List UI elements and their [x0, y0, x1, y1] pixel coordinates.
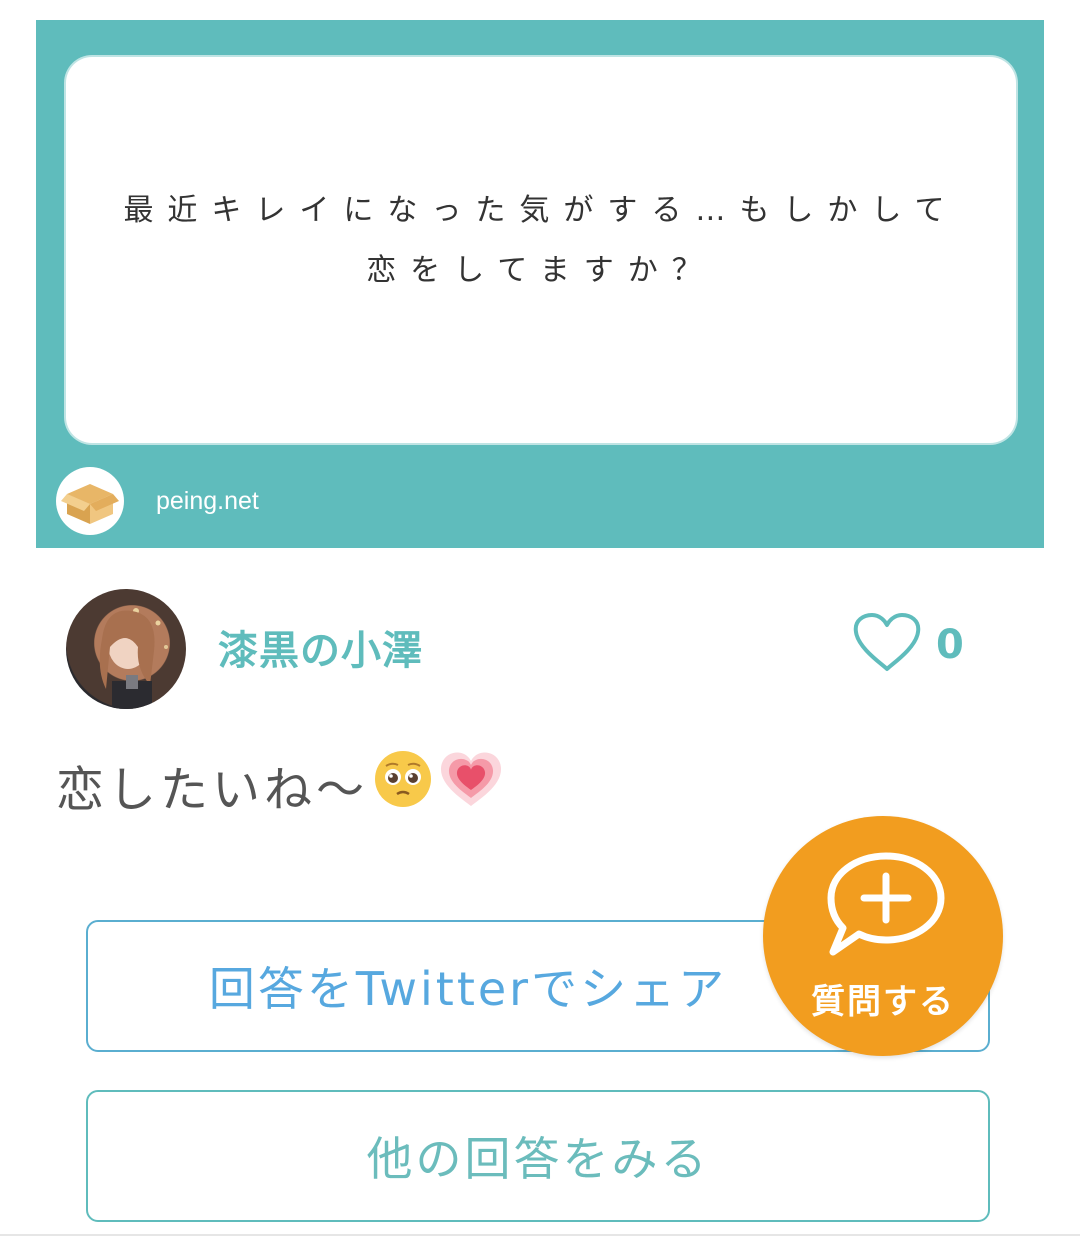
more-answers-label: 他の回答をみる [366, 1132, 710, 1186]
heart-outline-icon [852, 612, 922, 678]
like-count: 0 [936, 622, 964, 668]
bottom-divider [0, 1234, 1080, 1236]
site-name[interactable]: peing.net [156, 487, 259, 516]
ask-question-label: 質問する [811, 982, 955, 1022]
answer-text: 恋したいね〜 [56, 762, 369, 818]
username[interactable]: 漆黒の小澤 [218, 618, 423, 676]
speech-bubble-plus-icon [821, 848, 951, 972]
growing-heart-emoji [438, 748, 504, 822]
like-button[interactable]: 0 [852, 612, 964, 678]
question-text: 最近キレイになった気がする…もしかして恋をしてますか？ [123, 193, 959, 288]
ask-question-button[interactable]: 質問する [763, 816, 1003, 1056]
question-box: 最近キレイになった気がする…もしかして恋をしてますか？ [66, 57, 1016, 443]
pleading-face-emoji [372, 748, 434, 822]
share-twitter-label: 回答をTwitterでシェア [208, 962, 728, 1016]
cardboard-box-icon [56, 467, 124, 535]
avatar[interactable] [66, 589, 186, 709]
more-answers-button[interactable]: 他の回答をみる [86, 1090, 990, 1222]
question-card: 最近キレイになった気がする…もしかして恋をしてますか？ peing.net [36, 20, 1044, 548]
site-row: peing.net [56, 466, 259, 536]
answer-row: 恋したいね〜 [56, 748, 504, 822]
